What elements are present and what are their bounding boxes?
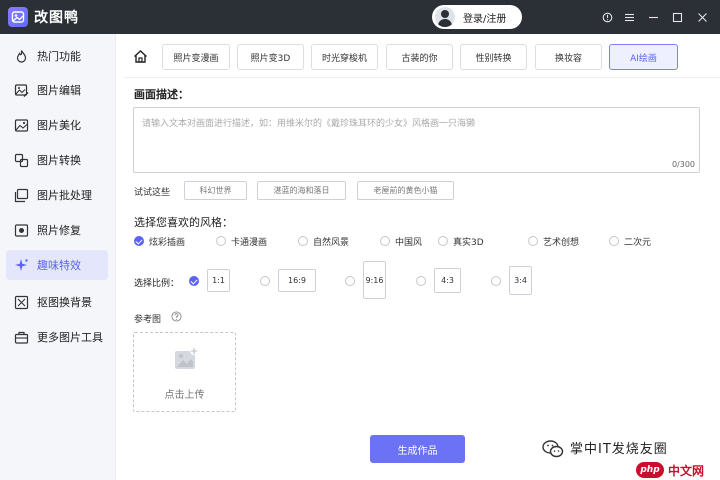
style-radio-landscape[interactable] <box>298 236 308 246</box>
upload-label: 点击上传 <box>164 390 205 401</box>
photo-repair-icon <box>14 223 29 238</box>
suggestion-chip[interactable]: 老屋前的黄色小猫 <box>357 181 454 200</box>
settings-icon[interactable] <box>595 0 619 34</box>
sidebar-item-convert[interactable]: 图片转换 <box>6 145 108 175</box>
login-label: 登录/注册 <box>463 13 507 25</box>
desc-label: 画面描述： <box>134 88 189 101</box>
upload-area[interactable]: 点击上传 <box>133 332 236 412</box>
try-label: 试试这些 <box>134 188 171 198</box>
sidebar-item-fun-effects[interactable]: 趣味特效 <box>6 250 108 280</box>
ratio-radio-16-9[interactable] <box>260 276 270 286</box>
style-option-label: 二次元 <box>624 238 652 248</box>
tab-photo-to-comic[interactable]: 照片变漫画 <box>162 44 230 70</box>
ratio-radio-9-16[interactable] <box>345 276 355 286</box>
generate-button[interactable]: 生成作品 <box>370 435 465 463</box>
image-edit-icon <box>14 83 29 98</box>
ratio-option-9-16[interactable]: 9:16 <box>363 261 386 299</box>
toolbox-icon <box>14 330 29 345</box>
tab-ai-painting[interactable]: AI绘画 <box>609 44 678 70</box>
sidebar-item-more-tools[interactable]: 更多图片工具 <box>6 322 108 352</box>
cutout-icon <box>14 295 29 310</box>
ref-label: 参考图 <box>134 315 162 325</box>
style-option-label: 卡通漫画 <box>231 238 268 248</box>
sidebar-item-label: 图片编辑 <box>37 84 81 97</box>
sidebar-item-repair[interactable]: 照片修复 <box>6 215 108 245</box>
style-option-label: 中国风 <box>395 238 423 248</box>
sidebar-item-beautify[interactable]: 图片美化 <box>6 110 108 140</box>
sidebar-item-label: 照片修复 <box>37 224 81 237</box>
ratio-radio-3-4[interactable] <box>491 276 501 286</box>
home-button[interactable] <box>130 46 150 66</box>
convert-icon <box>14 153 29 168</box>
sidebar-item-label: 图片美化 <box>37 119 81 132</box>
php-badge: php <box>636 462 664 478</box>
tab-ancient-costume[interactable]: 古装的你 <box>386 44 453 70</box>
home-icon <box>133 49 147 63</box>
sidebar-item-label: 图片转换 <box>37 154 81 167</box>
ratio-label: 选择比例： <box>134 279 180 289</box>
help-icon[interactable] <box>171 311 182 322</box>
sidebar-item-label: 趣味特效 <box>37 259 81 272</box>
tab-gender-swap[interactable]: 性别转换 <box>460 44 527 70</box>
style-radio-chinese[interactable] <box>380 236 390 246</box>
batch-icon <box>14 188 29 203</box>
app-logo-icon <box>8 7 28 27</box>
description-input[interactable]: 请输入文本对画面进行描述，如：用维米尔的《戴珍珠耳环的少女》风格画一只海獭 0/… <box>133 107 700 173</box>
sidebar-item-label: 热门功能 <box>37 50 81 63</box>
wechat-icon <box>542 440 564 458</box>
tab-time-machine[interactable]: 时光穿梭机 <box>311 44 378 70</box>
style-label: 选择您喜欢的风格： <box>134 216 233 229</box>
ratio-option-4-3[interactable]: 4:3 <box>434 268 461 293</box>
ratio-option-3-4[interactable]: 3:4 <box>509 266 532 295</box>
avatar-icon <box>435 7 455 27</box>
sidebar-item-batch[interactable]: 图片批处理 <box>6 180 108 210</box>
sidebar-item-label: 图片批处理 <box>37 189 92 202</box>
suggestion-chip[interactable]: 湛蓝的海和落日 <box>257 181 346 200</box>
ratio-radio-1-1[interactable] <box>189 276 199 286</box>
sidebar-item-edit[interactable]: 图片编辑 <box>6 75 108 105</box>
watermark-channel: 掌中IT发烧友圈 <box>570 442 668 457</box>
style-radio-colorful[interactable] <box>134 236 144 246</box>
tab-divider <box>124 77 720 78</box>
char-counter: 0/300 <box>671 160 695 169</box>
style-radio-cartoon[interactable] <box>216 236 226 246</box>
php-watermark: php 中文网 <box>634 460 720 480</box>
image-upload-icon <box>175 347 198 369</box>
ratio-radio-4-3[interactable] <box>416 276 426 286</box>
sidebar-item-label: 更多图片工具 <box>37 331 103 344</box>
desc-placeholder: 请输入文本对画面进行描述，如：用维米尔的《戴珍珠耳环的少女》风格画一只海獭 <box>142 119 476 129</box>
style-option-label: 自然风景 <box>313 238 350 248</box>
ratio-option-1-1[interactable]: 1:1 <box>207 269 230 292</box>
minimize-icon[interactable] <box>641 0 665 34</box>
sidebar-item-label: 抠图换背景 <box>37 296 92 309</box>
tab-photo-to-3d[interactable]: 照片变3D <box>237 44 304 70</box>
suggestion-chip[interactable]: 科幻世界 <box>184 181 247 200</box>
sidebar: 热门功能 图片编辑 图片美化 图片转换 图片批处理 照片修复 趣味特效 抠图换背… <box>0 34 116 480</box>
app-name: 改图鸭 <box>34 10 79 26</box>
php-site-name: 中文网 <box>668 463 705 478</box>
tab-makeup[interactable]: 换妆容 <box>535 44 602 70</box>
style-radio-real-3d[interactable] <box>438 236 448 246</box>
ratio-option-16-9[interactable]: 16:9 <box>278 269 316 292</box>
login-button[interactable]: 登录/注册 <box>432 5 522 29</box>
image-beautify-icon <box>14 118 29 133</box>
style-option-label: 真实3D <box>453 238 484 248</box>
flame-icon <box>14 49 29 64</box>
menu-icon[interactable] <box>617 0 641 34</box>
sparkle-icon <box>14 258 29 273</box>
style-option-label: 艺术创想 <box>543 238 580 248</box>
maximize-icon[interactable] <box>665 0 689 34</box>
style-radio-artistic[interactable] <box>528 236 538 246</box>
sidebar-item-hot[interactable]: 热门功能 <box>6 41 108 71</box>
style-option-label: 炫彩插画 <box>149 238 186 248</box>
sidebar-item-cutout[interactable]: 抠图换背景 <box>6 287 108 317</box>
style-radio-anime[interactable] <box>609 236 619 246</box>
close-icon[interactable] <box>690 0 714 34</box>
